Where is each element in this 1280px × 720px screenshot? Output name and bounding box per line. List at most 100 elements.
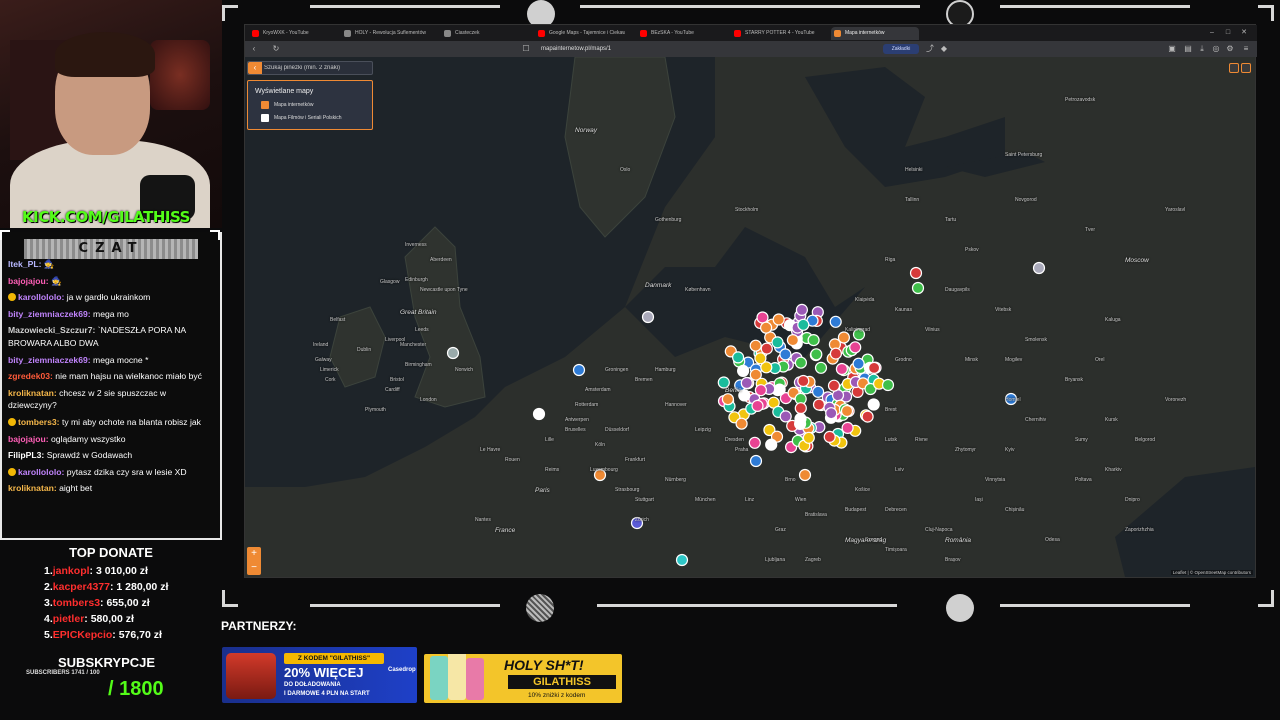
chat-username[interactable]: FilipPL3: [8, 450, 44, 460]
sidebar-icon[interactable]: ▣ [1167, 44, 1177, 54]
chat-username[interactable]: bajojajou: [8, 434, 49, 444]
map-pin[interactable] [779, 348, 792, 361]
map-pin[interactable] [737, 364, 750, 377]
map-pin[interactable] [797, 318, 810, 331]
minimize-icon[interactable]: – [1207, 28, 1217, 38]
map-pin[interactable] [909, 266, 923, 280]
map-pin[interactable] [829, 315, 842, 328]
checkbox-unchecked-icon[interactable] [261, 114, 269, 122]
chat-username[interactable]: tombers3: [18, 417, 60, 427]
chat-username[interactable]: bity_ziemniaczek69: [8, 355, 91, 365]
bookmark-star-icon[interactable]: ☐ [521, 44, 531, 54]
map-pin[interactable] [825, 407, 838, 420]
map-pin[interactable] [754, 384, 768, 397]
map-pin[interactable] [786, 334, 800, 347]
browser-tab[interactable]: Google Maps - Tajemnice i Ciekawostki [535, 27, 625, 40]
close-icon[interactable]: ✕ [1239, 28, 1249, 38]
map-pin[interactable] [732, 351, 745, 364]
map-pin[interactable] [835, 362, 849, 376]
map-pin[interactable] [1032, 261, 1046, 275]
map-pin[interactable] [814, 361, 828, 374]
extension-icon[interactable]: ◆ [939, 44, 949, 54]
wallet-icon[interactable]: ▤ [1183, 44, 1193, 54]
browser-tab[interactable]: KryoWXK - YouTube [249, 27, 339, 40]
browser-tab[interactable]: STARRY POTTER 4 - YouTube [731, 27, 821, 40]
casedrop-banner[interactable]: Z KODEM "GILATHISS" 20% WIĘCEJ DO DOŁADO… [222, 647, 417, 703]
back-icon[interactable]: ‹ [249, 44, 259, 54]
reload-icon[interactable]: ↻ [271, 44, 281, 54]
map-pin[interactable] [812, 398, 826, 411]
map-pin[interactable] [572, 363, 586, 377]
chat-username[interactable]: Mazowiecki_Szczur7: [8, 325, 95, 335]
map-pin[interactable] [811, 385, 825, 398]
checkbox-checked-icon[interactable] [261, 101, 269, 109]
map-pin[interactable] [827, 379, 841, 392]
map-pin[interactable] [849, 341, 862, 354]
download-icon[interactable]: ⤓ [1197, 44, 1207, 54]
map-pin[interactable] [756, 311, 769, 324]
map-pin[interactable] [749, 339, 762, 352]
chat-username[interactable]: kroliknatan: [8, 483, 57, 493]
map-pin[interactable] [867, 361, 881, 374]
map-pin[interactable] [794, 356, 808, 369]
browser-tab[interactable]: HOLY - Rewolucja Suflementów [341, 27, 431, 40]
map-pin[interactable] [675, 553, 689, 567]
map-pin[interactable] [867, 398, 880, 411]
map-pin[interactable] [840, 404, 854, 418]
map-pin[interactable] [748, 436, 761, 449]
chat-username[interactable]: Itek_PL: [8, 259, 41, 269]
collapse-arrow-icon[interactable]: ‹ [248, 62, 262, 74]
pin-search-input[interactable] [264, 62, 372, 74]
map-pin[interactable] [798, 468, 812, 482]
chat-username[interactable]: kroliknatan: [8, 388, 57, 398]
browser-tab[interactable]: Mapa internetków [831, 27, 919, 40]
map-pin[interactable] [641, 310, 655, 324]
map-pin[interactable] [797, 374, 810, 388]
chat-username[interactable]: karollololo: [18, 292, 64, 302]
map-pin[interactable] [749, 454, 763, 468]
map-pin[interactable] [779, 410, 792, 423]
map-pin[interactable] [829, 347, 843, 360]
menu-icon[interactable]: ≡ [1241, 44, 1251, 54]
screenshot-icon[interactable]: ◎ [1211, 44, 1221, 54]
map-pin[interactable] [861, 410, 874, 423]
map-pin[interactable] [446, 346, 460, 360]
map-pin[interactable] [532, 407, 546, 421]
share-icon[interactable]: ⤴ [925, 44, 935, 54]
map-pin[interactable] [740, 376, 753, 390]
settings-icon[interactable]: ⚙ [1225, 44, 1235, 54]
map-pin[interactable] [823, 430, 836, 443]
map-pin[interactable] [807, 334, 820, 347]
chat-username[interactable]: karollololo: [18, 467, 64, 477]
bookmarks-button[interactable]: Zakładki [883, 44, 919, 54]
map-pin[interactable] [794, 402, 807, 415]
fullscreen-icon[interactable] [1229, 63, 1239, 73]
browser-tab[interactable]: BEzSKA - YouTube [637, 27, 727, 40]
map-pin[interactable] [837, 331, 851, 344]
browser-tab[interactable]: Ciasteczek [441, 27, 531, 40]
holyshot-banner[interactable]: HOLY SH*T! GILATHISS 10% zniżki z kodem [424, 654, 622, 703]
map-pin[interactable] [793, 417, 807, 430]
map-pin[interactable] [795, 303, 809, 316]
map-pin[interactable] [810, 348, 823, 361]
map-view[interactable]: Great Britain Ireland Dublin Edinburgh Glasg… [245, 57, 1255, 577]
map-pin[interactable] [773, 383, 786, 396]
map-pin[interactable] [751, 399, 764, 412]
map-pin[interactable] [760, 342, 773, 355]
map-pin[interactable] [771, 336, 784, 349]
map-pin[interactable] [721, 393, 734, 406]
layers-icon[interactable] [1241, 63, 1251, 73]
map-attribution[interactable]: Leaflet | © OpenStreetMap contributors [1170, 570, 1253, 575]
zoom-in-button[interactable]: + [247, 547, 261, 561]
chat-username[interactable]: bajojajou: [8, 276, 49, 286]
chat-username[interactable]: zgredek03: [8, 371, 53, 381]
map-pin[interactable] [735, 417, 748, 430]
maximize-icon[interactable]: □ [1223, 28, 1233, 38]
chat-username[interactable]: bity_ziemniaczek69: [8, 309, 91, 319]
map-pin[interactable] [759, 321, 773, 334]
map-pin[interactable] [802, 431, 815, 444]
zoom-out-button[interactable]: − [247, 561, 261, 575]
map-pin[interactable] [881, 378, 895, 392]
map-pin[interactable] [754, 352, 767, 365]
map-pin[interactable] [911, 281, 925, 295]
